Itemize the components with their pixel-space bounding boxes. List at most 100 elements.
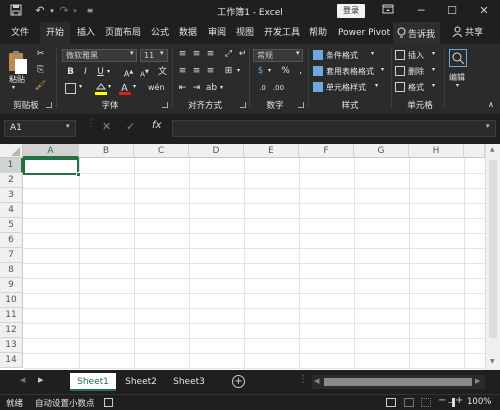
row-header[interactable]: 7 xyxy=(0,248,23,263)
scrollbar-thumb[interactable] xyxy=(489,160,497,338)
customize-toolbar-icon[interactable]: ≡ xyxy=(82,4,98,18)
zoom-in-icon[interactable]: + xyxy=(455,395,463,406)
row-header[interactable]: 1 xyxy=(0,158,23,173)
redo-dropdown-icon[interactable]: ▾ xyxy=(67,4,83,18)
align-left-icon[interactable]: ≡ xyxy=(176,65,189,77)
row-header[interactable]: 6 xyxy=(0,233,23,248)
name-box-dropdown-icon[interactable]: ▾ xyxy=(66,122,70,130)
zoom-out-icon[interactable]: − xyxy=(438,395,446,406)
increase-decimal-icon[interactable]: .0 xyxy=(256,82,269,94)
column-header[interactable]: A xyxy=(23,144,79,158)
italic-button[interactable]: I xyxy=(79,66,92,78)
ribbon-display-options-icon[interactable] xyxy=(380,4,396,18)
save-icon[interactable] xyxy=(8,4,24,18)
increase-indent-icon[interactable]: ⇥ xyxy=(190,82,203,94)
border-icon[interactable] xyxy=(65,83,76,94)
merge-dropdown-icon[interactable]: ▾ xyxy=(237,67,240,74)
collapse-ribbon-icon[interactable]: ∧ xyxy=(488,100,494,109)
underline-dropdown-icon[interactable]: ▾ xyxy=(107,68,110,75)
column-header[interactable]: B xyxy=(79,144,134,158)
scroll-sheets-right-icon[interactable]: ▶ xyxy=(38,376,43,384)
paste-dropdown-icon[interactable]: ▾ xyxy=(12,84,15,91)
underline-button[interactable]: U xyxy=(94,66,107,78)
status-auto-decimal[interactable]: 自动设置小数点 xyxy=(35,397,95,409)
fill-color-dropdown-icon[interactable]: ▾ xyxy=(108,83,111,90)
column-header[interactable]: D xyxy=(189,144,244,158)
formula-input[interactable] xyxy=(172,120,496,137)
horizontal-scrollbar[interactable]: ◀ ▶ xyxy=(312,375,485,389)
column-header[interactable]: H xyxy=(409,144,464,158)
editing-dropdown-icon[interactable]: ▾ xyxy=(456,82,459,89)
tab-review[interactable]: 审阅 xyxy=(208,22,226,44)
align-bottom-icon[interactable]: ≡ xyxy=(204,48,217,60)
horizontal-scrollbar-thumb[interactable] xyxy=(324,378,472,386)
align-middle-icon[interactable]: ≡ xyxy=(190,48,203,60)
merge-center-icon[interactable]: ⊞ xyxy=(222,65,235,77)
login-button[interactable]: 登录 xyxy=(337,4,365,18)
fill-handle[interactable] xyxy=(76,172,81,177)
row-header[interactable]: 9 xyxy=(0,278,23,293)
page-break-view-icon[interactable] xyxy=(421,398,431,407)
column-header[interactable]: F xyxy=(299,144,354,158)
tab-power-pivot[interactable]: Power Pivot xyxy=(338,22,390,44)
font-name-combo[interactable]: 微软雅黑 xyxy=(62,49,137,62)
align-right-icon[interactable]: ≡ xyxy=(204,65,217,77)
tab-formulas[interactable]: 公式 xyxy=(151,22,169,44)
maximize-icon[interactable]: ☐ xyxy=(444,4,460,18)
cancel-entry-icon[interactable]: ✕ xyxy=(102,120,111,133)
conditional-format-button[interactable]: 条件格式 ▾ xyxy=(313,49,388,62)
accounting-dropdown-icon[interactable]: ▾ xyxy=(268,67,271,74)
tab-splitter-icon[interactable]: ⋮ xyxy=(298,374,308,385)
sheet-tab-sheet3[interactable]: Sheet3 xyxy=(166,373,212,391)
zoom-level[interactable]: 100% xyxy=(467,397,491,407)
fill-color-icon[interactable] xyxy=(94,81,108,95)
worksheet-grid[interactable]: A B C D E F G H ▲ ▼ 1 2 3 4 5 6 7 8 9 10… xyxy=(0,144,500,370)
text-direction-dropdown-icon[interactable]: ▾ xyxy=(220,84,223,91)
comma-style-icon[interactable]: , xyxy=(294,65,307,77)
tab-page-layout[interactable]: 页面布局 xyxy=(105,22,141,44)
border-dropdown-icon[interactable]: ▾ xyxy=(79,83,82,90)
column-header[interactable] xyxy=(464,144,485,158)
orientation-icon[interactable]: ⤢ xyxy=(222,48,235,60)
paste-button[interactable] xyxy=(5,50,31,76)
normal-view-icon[interactable] xyxy=(386,398,396,407)
font-color-dropdown-icon[interactable]: ▾ xyxy=(133,83,136,90)
row-header[interactable]: 12 xyxy=(0,323,23,338)
decrease-indent-icon[interactable]: ⇤ xyxy=(176,82,189,94)
tab-data[interactable]: 数据 xyxy=(179,22,197,44)
copy-icon[interactable]: ⎘ xyxy=(34,64,47,76)
wen-icon[interactable]: wén xyxy=(148,82,165,94)
close-icon[interactable]: ✕ xyxy=(476,4,492,18)
tab-developer[interactable]: 开发工具 xyxy=(264,22,300,44)
expand-formula-icon[interactable]: ▾ xyxy=(486,122,490,130)
confirm-entry-icon[interactable]: ✓ xyxy=(126,120,135,133)
tab-home[interactable]: 开始 xyxy=(40,22,70,44)
increase-font-icon[interactable]: A▲ xyxy=(122,66,135,79)
percent-button[interactable]: % xyxy=(279,65,292,77)
format-painter-icon[interactable]: 🖌 xyxy=(34,80,47,92)
page-layout-view-icon[interactable] xyxy=(404,398,414,407)
share-button[interactable]: 共享 xyxy=(465,22,483,44)
column-header[interactable]: C xyxy=(134,144,189,158)
format-as-table-button[interactable]: 套用表格格式 ▾ xyxy=(313,65,388,78)
row-header[interactable]: 4 xyxy=(0,203,23,218)
cell-styles-button[interactable]: 单元格样式 ▾ xyxy=(313,81,388,94)
delete-cells-button[interactable]: 删除 ▾ xyxy=(395,65,443,78)
insert-function-button[interactable]: fx xyxy=(152,120,161,131)
decrease-font-icon[interactable]: A▼ xyxy=(138,66,151,78)
scroll-right-icon[interactable]: ▶ xyxy=(475,377,480,385)
sheet-tab-sheet1[interactable]: Sheet1 xyxy=(70,373,116,391)
insert-cells-button[interactable]: 插入 ▾ xyxy=(395,49,443,62)
active-cell-a1[interactable] xyxy=(23,158,79,175)
column-header[interactable]: E xyxy=(244,144,299,158)
select-all-button[interactable] xyxy=(0,144,23,158)
font-size-dropdown-icon[interactable]: ▾ xyxy=(160,49,164,57)
clipboard-launcher-icon[interactable] xyxy=(46,102,52,108)
row-header[interactable]: 8 xyxy=(0,263,23,278)
row-header[interactable]: 3 xyxy=(0,188,23,203)
font-name-dropdown-icon[interactable]: ▾ xyxy=(130,49,134,57)
bold-button[interactable]: B xyxy=(64,66,77,78)
row-header[interactable]: 14 xyxy=(0,353,23,368)
vertical-scrollbar[interactable]: ▲ ▼ xyxy=(485,144,500,370)
alignment-launcher-icon[interactable] xyxy=(240,102,246,108)
